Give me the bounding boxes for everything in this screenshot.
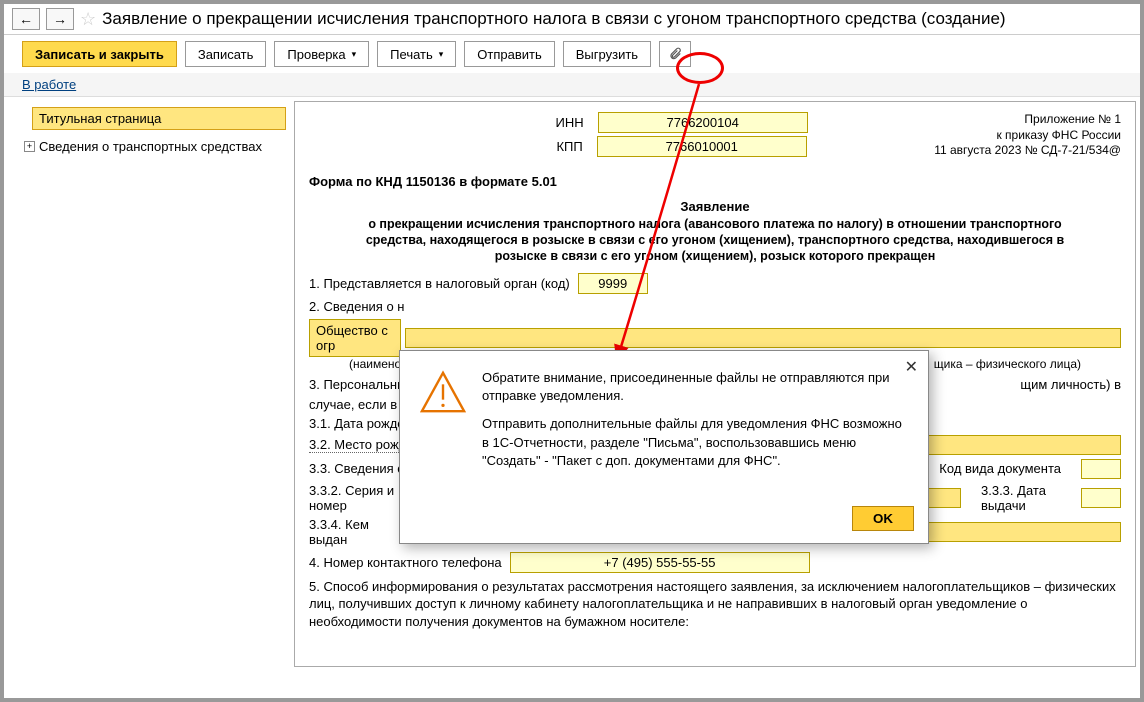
chevron-down-icon: ▾ (352, 49, 357, 60)
favorite-star-icon[interactable]: ☆ (80, 9, 96, 30)
warning-dialog: ✕ Обратите внимание, присоединенные файл… (399, 350, 929, 544)
window-title: Заявление о прекращении исчисления транс… (102, 9, 1132, 29)
kpp-label: КПП (556, 139, 582, 154)
send-button[interactable]: Отправить (464, 41, 554, 67)
export-button[interactable]: Выгрузить (563, 41, 651, 67)
warning-icon (420, 369, 466, 415)
dialog-message: Обратите внимание, присоединенные файлы … (482, 369, 908, 480)
inn-label: ИНН (556, 115, 584, 130)
tax-code-field[interactable]: 9999 (578, 273, 648, 294)
attachment-button[interactable] (659, 41, 691, 67)
nav-forward-button[interactable]: → (46, 8, 74, 30)
row2-label: 2. Сведения о н (309, 299, 404, 314)
org-name-field-left[interactable]: Общество с огр (309, 319, 401, 357)
dialog-ok-button[interactable]: OK (852, 506, 914, 531)
doc-code-field[interactable] (1081, 459, 1121, 479)
save-button[interactable]: Записать (185, 41, 267, 67)
check-button[interactable]: Проверка▾ (274, 41, 369, 67)
nav-back-button[interactable]: ← (12, 8, 40, 30)
paperclip-icon (668, 47, 682, 61)
status-link[interactable]: В работе (4, 73, 1140, 97)
save-and-close-button[interactable]: Записать и закрыть (22, 41, 177, 67)
form-code: Форма по КНД 1150136 в формате 5.01 (309, 174, 1121, 189)
print-button[interactable]: Печать▾ (377, 41, 456, 67)
chevron-down-icon: ▾ (439, 49, 444, 60)
dialog-close-button[interactable]: ✕ (905, 357, 918, 377)
inn-field[interactable]: 7766200104 (598, 112, 808, 133)
appendix-info: Приложение № 1 к приказу ФНС России 11 а… (934, 112, 1121, 159)
kpp-field[interactable]: 7766010001 (597, 136, 807, 157)
issue-date-field[interactable] (1081, 488, 1121, 508)
sidebar-item-title-page[interactable]: Титульная страница (32, 107, 286, 130)
sidebar-item-vehicles[interactable]: + Сведения о транспортных средствах (18, 136, 286, 157)
expand-icon[interactable]: + (24, 141, 35, 152)
declaration-title: Заявление о прекращении исчисления транс… (349, 199, 1081, 265)
sidebar: Титульная страница + Сведения о транспор… (4, 97, 294, 671)
org-name-field-right[interactable] (405, 328, 1121, 348)
row1-label: 1. Представляется в налоговый орган (код… (309, 276, 570, 291)
phone-field[interactable]: +7 (495) 555-55-55 (510, 552, 810, 573)
